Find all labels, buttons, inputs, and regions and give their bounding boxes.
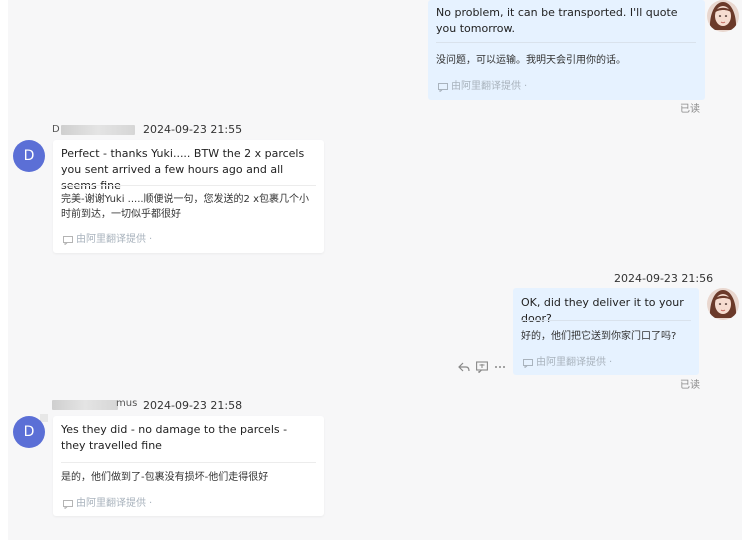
translation-divider: [436, 42, 696, 43]
message-translation-text: 好的，他们把它送到你家门口了吗?: [521, 331, 677, 342]
message-translation-text: 完美-谢谢Yuki .....顺便说一句，您发送的2 x包裹几个小时前到达，一切…: [61, 194, 310, 220]
translate-icon[interactable]: [476, 361, 488, 373]
sender-name-tail: mus: [116, 398, 138, 409]
avatar[interactable]: D: [13, 140, 45, 172]
provider-dot: ·: [609, 357, 613, 368]
translation-divider: [61, 185, 316, 186]
translation-divider: [521, 320, 691, 321]
translation-provider: 由阿里翻译提供 ·: [63, 498, 152, 510]
message-original-text: Yes they did - no damage to the parcels …: [61, 423, 288, 452]
translate-source-icon: [523, 358, 533, 368]
translation-provider: 由阿里翻译提供 ·: [438, 81, 527, 93]
avatar[interactable]: D: [13, 416, 45, 448]
reply-icon[interactable]: [458, 361, 470, 373]
user-photo-icon: [707, 288, 739, 320]
more-icon[interactable]: [494, 361, 506, 373]
message-original-text: OK, did they deliver it to your door?: [521, 296, 684, 325]
read-status: 已读: [680, 104, 700, 115]
translation-provider-label: 由阿里翻译提供: [76, 498, 146, 509]
message-bubble-outgoing[interactable]: OK, did they deliver it to your door? 好的…: [513, 288, 699, 375]
translate-source-icon: [63, 499, 73, 509]
provider-dot: ·: [524, 81, 528, 92]
provider-dot: ·: [149, 498, 153, 509]
message-original-text: Perfect - thanks Yuki..... BTW the 2 x p…: [61, 147, 305, 192]
sender-name-redacted: [52, 400, 118, 410]
translation-provider-label: 由阿里翻译提供: [76, 234, 146, 245]
message-timestamp: 2024-09-23 21:58: [143, 399, 243, 412]
translation-provider-label: 由阿里翻译提供: [536, 357, 606, 368]
message-original-text: No problem, it can be transported. I'll …: [436, 6, 678, 35]
translation-divider: [61, 462, 316, 463]
message-bubble-incoming[interactable]: Perfect - thanks Yuki..... BTW the 2 x p…: [53, 140, 324, 253]
message-translation-text: 是的，他们做到了-包裹没有损坏-他们走得很好: [61, 472, 269, 483]
sender-name-redacted: [61, 125, 135, 135]
translation-provider-label: 由阿里翻译提供: [451, 81, 521, 92]
read-status: 已读: [680, 380, 700, 391]
user-photo-icon: [707, 0, 739, 32]
avatar-initial: D: [23, 148, 35, 164]
avatar[interactable]: [707, 288, 739, 320]
avatar-initial: D: [23, 424, 35, 440]
translate-source-icon: [438, 82, 448, 92]
message-timestamp: 2024-09-23 21:56: [614, 272, 714, 285]
chat-pane[interactable]: No problem, it can be transported. I'll …: [8, 0, 742, 540]
translate-source-icon: [63, 235, 73, 245]
message-translation-text: 没问题，可以运输。我明天会引用你的话。: [436, 55, 626, 66]
translation-provider: 由阿里翻译提供 ·: [63, 234, 152, 246]
message-timestamp: 2024-09-23 21:55: [143, 123, 243, 136]
sender-name: D: [52, 124, 60, 135]
translation-provider: 由阿里翻译提供 ·: [523, 357, 612, 369]
provider-dot: ·: [149, 234, 153, 245]
message-bubble-incoming[interactable]: Yes they did - no damage to the parcels …: [53, 416, 324, 516]
message-bubble-outgoing[interactable]: No problem, it can be transported. I'll …: [428, 0, 705, 100]
message-actions: [458, 361, 506, 373]
avatar[interactable]: [707, 0, 739, 32]
